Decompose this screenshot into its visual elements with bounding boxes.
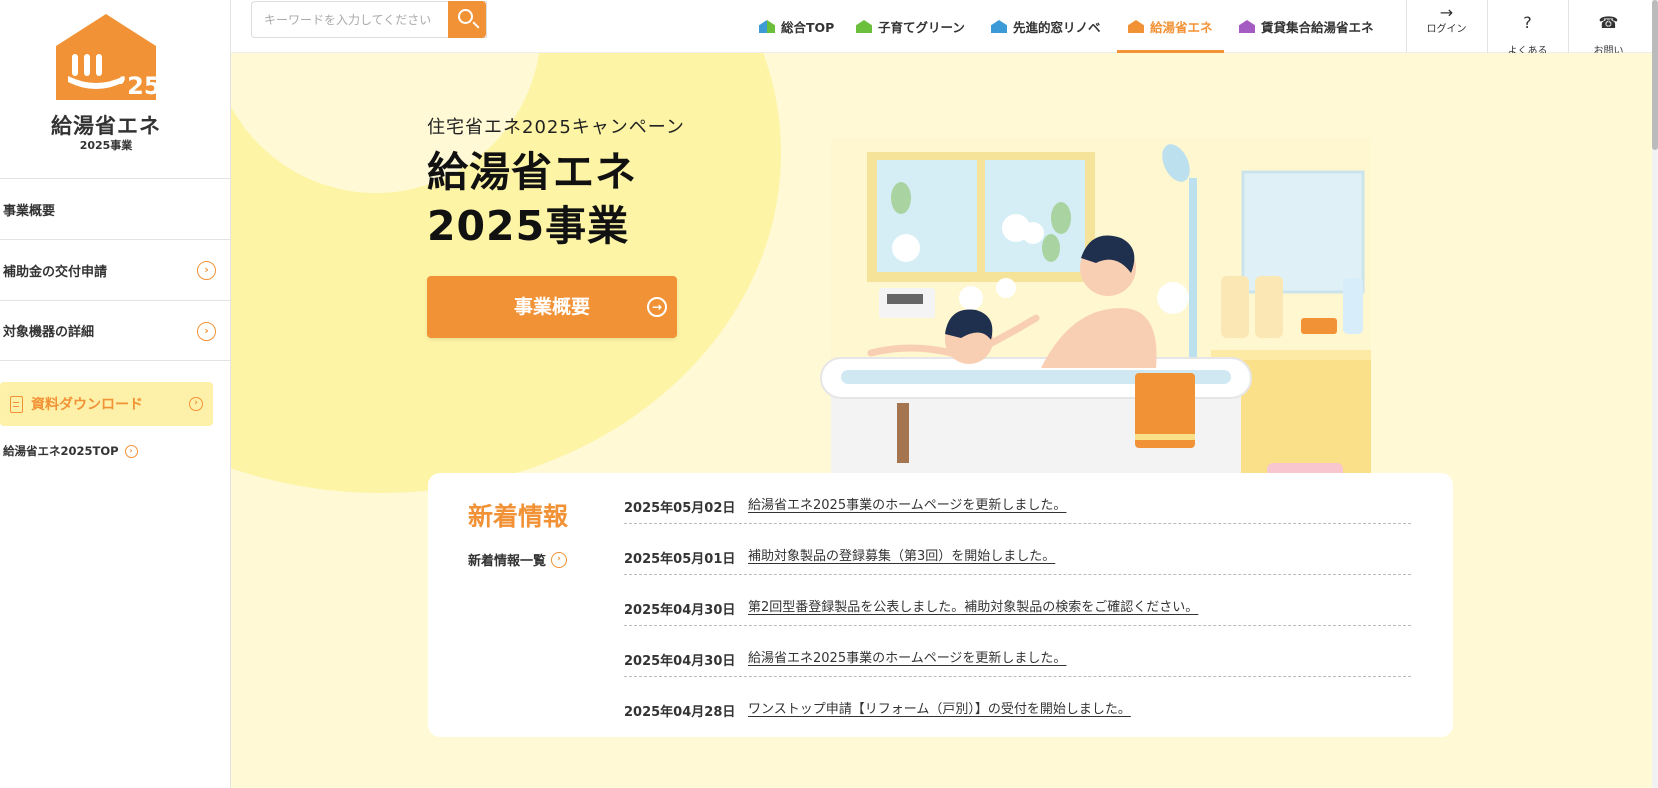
scrollbar-thumb[interactable] [1652,0,1658,150]
tab-label: 給湯省エネ [1150,20,1213,35]
arrow-right-circle-icon: › [551,551,568,568]
overview-button[interactable]: 事業概要 → [427,276,677,338]
tab-window-renovation[interactable]: 先進的窓リノベ [991,0,1101,53]
news-date: 2025年04月30日 [624,603,736,618]
svg-text:’25: ’25 [118,72,156,100]
news-link[interactable]: 給湯省エネ2025事業のホームページを更新しました。 [748,647,1066,666]
news-item: 2025年05月01日 補助対象製品の登録募集（第3回）を開始しました。 [624,524,1411,575]
news-link[interactable]: ワンストップ申請【リフォーム（戸別）】の受付を開始しました。 [748,698,1131,717]
document-icon [10,395,23,413]
question-icon: ? [1523,13,1532,32]
login-label: ログイン [1426,24,1467,35]
phone-icon: ☎ [1598,13,1619,32]
hero-title-line: 2025事業 [427,202,630,250]
sidebar-item-equipment[interactable]: 対象機器の詳細 › [0,300,230,361]
top-link-label: 給湯省エネ2025TOP [3,444,119,458]
chevron-right-icon: › [197,261,216,280]
news-list-label: 新着情報一覧 [468,554,547,569]
sidebar-item-overview[interactable]: 事業概要 [0,178,230,239]
faq-button[interactable]: ? よくある ご質問 [1487,0,1567,69]
tab-kosodate-green[interactable]: 子育てグリーン [856,0,965,53]
download-label: 資料ダウンロード [31,397,143,413]
hero-title: 給湯省エネ 2025事業 [427,145,637,253]
tab-label: 先進的窓リノベ [1013,20,1101,35]
house-icon [991,20,1007,33]
news-panel: 新着情報 新着情報一覧 › 2025年05月02日 給湯省エネ2025事業のホー… [428,473,1453,737]
news-link[interactable]: 補助対象製品の登録募集（第3回）を開始しました。 [748,545,1055,564]
arrow-right-circle-icon: › [124,444,138,458]
login-icon: → [1439,3,1454,22]
arrow-right-circle-icon: → [647,297,667,317]
logo-name: 給湯省エネ [51,114,161,138]
bathroom-illustration [820,138,1371,528]
news-item: 2025年04月30日 給湯省エネ2025事業のホームページを更新しました。 [624,626,1411,677]
sidebar-item-application[interactable]: 補助金の交付申請 › [0,239,230,300]
tab-label: 賃貸集合給湯省エネ [1261,20,1374,35]
house-icon [856,20,872,33]
news-item: 2025年04月28日 ワンストップ申請【リフォーム（戸別）】の受付を開始しまし… [624,677,1411,728]
hero-title-line: 給湯省エネ [427,148,637,196]
news-date: 2025年04月28日 [624,705,736,720]
header: 総合TOP 子育てグリーン 先進的窓リノベ 給湯省エネ 賃貸集合給湯省エネ → … [231,0,1658,69]
news-date: 2025年05月02日 [624,501,736,516]
sidebar-item-label: 補助金の交付申請 [3,264,108,280]
news-date: 2025年04月30日 [624,654,736,669]
news-title: 新着情報 [468,502,569,531]
sidebar-top-link[interactable]: 給湯省エネ2025TOP › [3,443,138,459]
overview-button-label: 事業概要 [513,296,590,318]
house-icon [1128,20,1144,33]
tab-rental-kyuto[interactable]: 賃貸集合給湯省エネ [1239,0,1374,53]
news-list-link[interactable]: 新着情報一覧 › [468,550,568,569]
main-content: 住宅省エネ2025キャンペーン 給湯省エネ 2025事業 事業概要 → 新着情報… [231,53,1652,788]
house-icon [1239,20,1255,33]
sidebar-item-label: 対象機器の詳細 [3,325,95,340]
search-icon [458,9,473,24]
tab-label: 子育てグリーン [878,20,965,35]
vertical-scrollbar[interactable] [1652,0,1658,788]
sidebar-item-label: 事業概要 [3,203,56,219]
download-button[interactable]: 資料ダウンロード › [0,382,213,426]
tab-general-top[interactable]: 総合TOP [759,0,834,53]
news-item: 2025年04月30日 第2回型番登録製品を公表しました。補助対象製品の検索をご… [624,575,1411,626]
hero-eyebrow: 住宅省エネ2025キャンペーン [427,117,685,138]
logo-sub: 2025事業 [79,139,133,152]
house-icon [759,20,775,33]
login-button[interactable]: → ログイン [1406,0,1486,53]
tab-kyuto-shoene[interactable]: 給湯省エネ [1117,0,1223,53]
news-link[interactable]: 給湯省エネ2025事業のホームページを更新しました。 [748,494,1066,513]
site-logo[interactable]: ’25 給湯省エネ 2025事業 [50,14,162,154]
news-item: 2025年05月02日 給湯省エネ2025事業のホームページを更新しました。 [624,473,1411,524]
logo-house-icon: ’25 [56,14,156,100]
news-link[interactable]: 第2回型番登録製品を公表しました。補助対象製品の検索をご確認ください。 [748,596,1198,615]
tab-label: 総合TOP [781,20,835,35]
chevron-right-icon: › [197,322,216,341]
contact-button[interactable]: ☎ お問い 合わせ [1568,0,1648,69]
arrow-right-circle-icon: › [189,397,203,411]
search-button[interactable] [448,1,486,38]
news-date: 2025年05月01日 [624,552,736,567]
sidebar: ’25 給湯省エネ 2025事業 事業概要 補助金の交付申請 › 対象機器の詳細… [0,0,231,788]
